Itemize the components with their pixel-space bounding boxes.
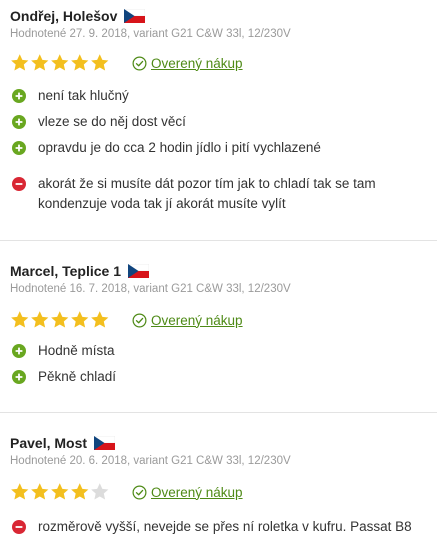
star-empty-icon — [90, 482, 110, 502]
review-meta: Hodnotené 20. 6. 2018, variant G21 C&W 3… — [10, 455, 291, 467]
check-circle-icon — [132, 313, 147, 327]
con-item: rozměrově vyšší, nevejde se přes ní role… — [12, 517, 430, 537]
review-meta: Hodnotené 16. 7. 2018, variant G21 C&W 3… — [10, 283, 291, 295]
minus-circle-icon — [12, 520, 26, 534]
pro-item: opravdu je do cca 2 hodin jídlo i pití v… — [12, 138, 430, 158]
pro-item: vleze se do něj dost věcí — [12, 112, 430, 132]
pro-text: Hodně místa — [38, 343, 115, 358]
star-rating — [10, 482, 110, 502]
plus-circle-icon — [12, 115, 26, 129]
con-text: akorát že si musíte dát pozor tím jak to… — [38, 176, 376, 211]
review-header: Ondřej, Holešov — [10, 6, 146, 26]
verified-purchase-label[interactable]: Overený nákup — [151, 56, 243, 71]
star-rating — [10, 310, 110, 330]
pro-text: není tak hlučný — [38, 88, 129, 103]
review-header: Pavel, Most — [10, 433, 116, 453]
pro-text: vleze se do něj dost věcí — [38, 114, 186, 129]
pro-item: Pěkně chladí — [12, 367, 430, 387]
star-filled-icon — [50, 310, 70, 330]
star-filled-icon — [70, 482, 90, 502]
star-filled-icon — [10, 482, 30, 502]
star-filled-icon — [10, 53, 30, 73]
review-card: Ondřej, Holešov Hodnotené 27. 9. 2018, v… — [0, 0, 437, 240]
star-filled-icon — [90, 310, 110, 330]
plus-circle-icon — [12, 344, 26, 358]
czech-flag-icon — [94, 436, 116, 450]
plus-circle-icon — [12, 370, 26, 384]
star-rating — [10, 53, 110, 73]
con-item: akorát že si musíte dát pozor tím jak to… — [12, 174, 430, 214]
verified-purchase-label[interactable]: Overený nákup — [151, 485, 243, 500]
star-filled-icon — [10, 310, 30, 330]
rating-row: Overený nákup — [10, 52, 243, 74]
check-circle-icon — [132, 485, 147, 499]
review-meta: Hodnotené 27. 9. 2018, variant G21 C&W 3… — [10, 28, 291, 40]
czech-flag-icon — [128, 264, 150, 278]
con-text: rozměrově vyšší, nevejde se přes ní role… — [38, 519, 412, 534]
minus-circle-icon — [12, 177, 26, 191]
review-author: Pavel, Most — [10, 435, 88, 451]
review-card: Pavel, Most Hodnotené 20. 6. 2018, varia… — [0, 413, 437, 548]
pro-text: opravdu je do cca 2 hodin jídlo i pití v… — [38, 140, 321, 155]
star-filled-icon — [50, 53, 70, 73]
pro-item: Hodně místa — [12, 341, 430, 361]
review-author: Marcel, Teplice 1 — [10, 263, 122, 279]
plus-circle-icon — [12, 89, 26, 103]
star-filled-icon — [50, 482, 70, 502]
star-filled-icon — [70, 53, 90, 73]
rating-row: Overený nákup — [10, 481, 243, 503]
star-filled-icon — [70, 310, 90, 330]
verified-purchase[interactable]: Overený nákup — [132, 56, 243, 71]
star-filled-icon — [30, 310, 50, 330]
plus-circle-icon — [12, 141, 26, 155]
star-filled-icon — [30, 482, 50, 502]
czech-flag-icon — [124, 9, 146, 23]
pro-text: Pěkně chladí — [38, 369, 117, 384]
review-header: Marcel, Teplice 1 — [10, 261, 150, 281]
verified-purchase-label[interactable]: Overený nákup — [151, 313, 243, 328]
star-filled-icon — [90, 53, 110, 73]
verified-purchase[interactable]: Overený nákup — [132, 313, 243, 328]
check-circle-icon — [132, 56, 147, 70]
review-card: Marcel, Teplice 1 Hodnotené 16. 7. 2018,… — [0, 241, 437, 412]
verified-purchase[interactable]: Overený nákup — [132, 485, 243, 500]
pro-item: není tak hlučný — [12, 86, 430, 106]
rating-row: Overený nákup — [10, 309, 243, 331]
star-filled-icon — [30, 53, 50, 73]
review-author: Ondřej, Holešov — [10, 8, 118, 24]
